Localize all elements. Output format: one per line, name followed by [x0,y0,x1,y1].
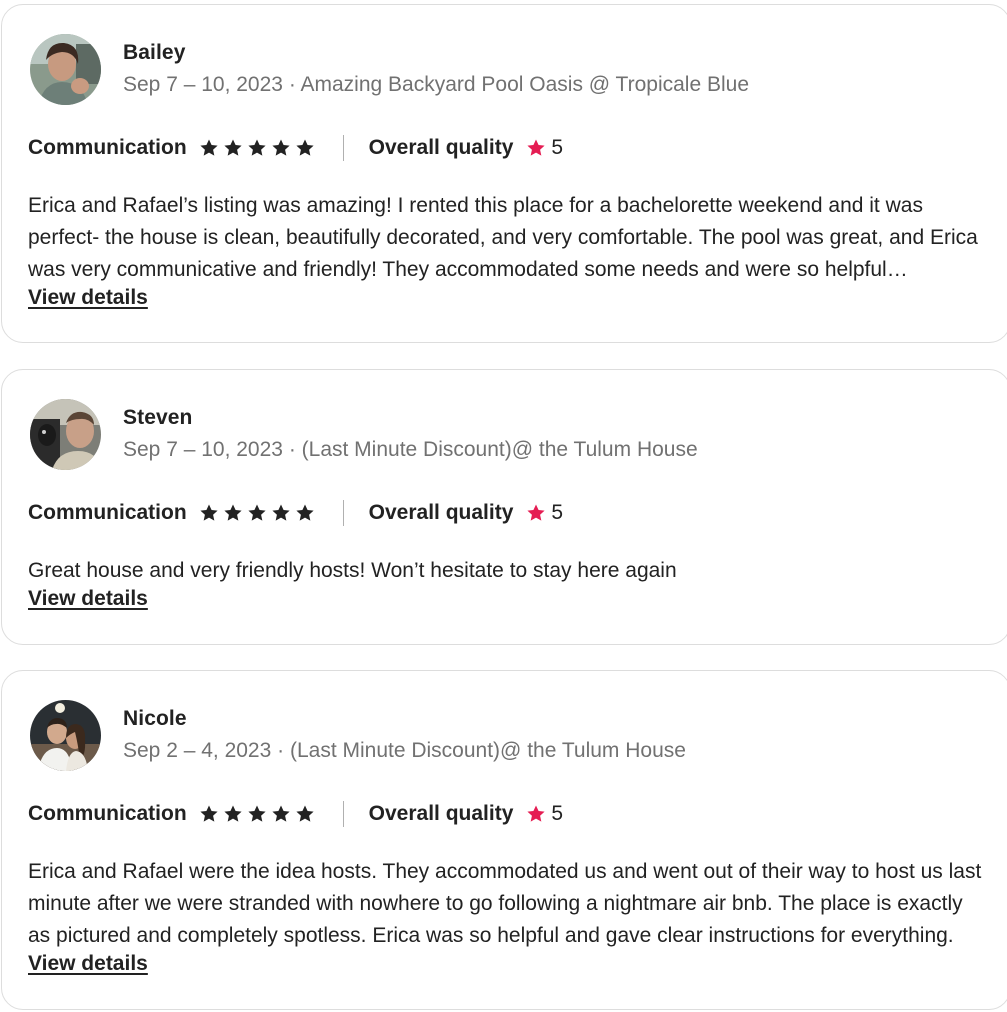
star-icon [272,805,290,822]
avatar[interactable] [30,34,101,105]
quality-value: 5 [551,136,564,159]
avatar[interactable] [30,399,101,470]
star-icon [224,504,242,521]
stay-dates: Sep 7 – 10, 2023 [123,73,283,96]
avatar-photo [30,700,101,771]
review-text: Erica and Rafael were the idea hosts. Th… [28,860,982,947]
communication-label: Communication [28,802,187,825]
star-icon [296,805,314,822]
review-card: Bailey Sep 7 – 10, 2023 · Amazing Backya… [1,4,1007,343]
star-icon [248,805,266,822]
star-icon [200,139,218,156]
ratings-row: Communication Overall quality 5 [28,133,563,163]
star-icon-accent [526,138,546,158]
view-details-link[interactable]: View details [28,952,148,976]
quality-label: Overall quality [368,501,514,524]
avatar[interactable] [30,700,101,771]
ratings-divider [342,135,344,161]
view-details-link[interactable]: View details [28,286,148,310]
star-icon-accent [526,804,546,824]
reviewer-name: Nicole [123,707,187,730]
quality-label: Overall quality [368,136,514,159]
meta-separator: · [288,73,301,96]
review-meta: Sep 2 – 4, 2023 · (Last Minute Discount)… [123,739,686,763]
review-text: Great house and very friendly hosts! Won… [28,559,677,582]
review-meta: Sep 7 – 10, 2023 · (Last Minute Discount… [123,438,698,462]
quality-value: 5 [551,501,564,524]
review-text: Erica and Rafael’s listing was amazing! … [28,194,978,281]
star-icon [224,139,242,156]
review-card: Steven Sep 7 – 10, 2023 · (Last Minute D… [1,369,1007,645]
view-details-link[interactable]: View details [28,587,148,611]
communication-label: Communication [28,136,187,159]
communication-label: Communication [28,501,187,524]
stay-dates: Sep 7 – 10, 2023 [123,438,283,461]
star-icon [248,139,266,156]
avatar-photo [30,399,101,470]
star-icon [224,805,242,822]
star-icon [296,139,314,156]
star-icon [200,805,218,822]
communication-stars [199,503,315,523]
ratings-row: Communication Overall quality 5 [28,498,563,528]
star-icon [272,139,290,156]
ratings-divider [342,801,344,827]
star-icon [296,504,314,521]
communication-stars [199,804,315,824]
review-meta: Sep 7 – 10, 2023 · Amazing Backyard Pool… [123,73,749,97]
star-icon-accent [526,503,546,523]
star-icon [248,504,266,521]
meta-separator: · [288,438,302,461]
review-card: Nicole Sep 2 – 4, 2023 · (Last Minute Di… [1,670,1007,1010]
quality-value: 5 [551,802,564,825]
reviewer-name: Bailey [123,41,186,64]
listing-name: Amazing Backyard Pool Oasis @ Tropicale … [300,73,750,96]
ratings-row: Communication Overall quality 5 [28,799,563,829]
communication-stars [199,138,315,158]
meta-separator: · [277,739,290,762]
star-icon [272,504,290,521]
stay-dates: Sep 2 – 4, 2023 [123,739,272,762]
avatar-photo [30,34,101,105]
star-icon [200,504,218,521]
listing-name: (Last Minute Discount)@ the Tulum House [289,739,686,762]
ratings-divider [342,500,344,526]
quality-label: Overall quality [368,802,514,825]
listing-name: (Last Minute Discount)@ the Tulum House [301,438,698,461]
reviewer-name: Steven [123,406,193,429]
